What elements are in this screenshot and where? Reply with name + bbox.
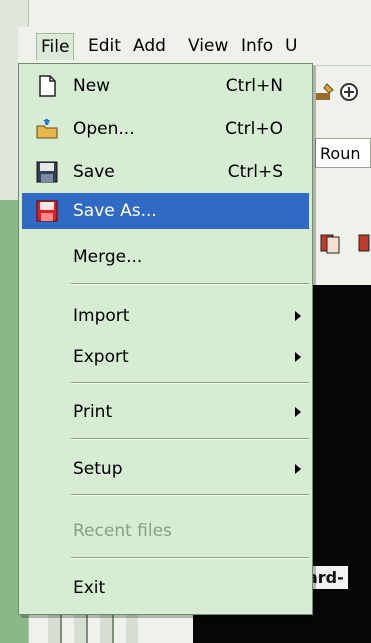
import-label: Import bbox=[73, 306, 130, 326]
new-shortcut: Ctrl+N bbox=[225, 76, 283, 96]
recent-files-label: Recent files bbox=[73, 521, 172, 541]
save-as-label: Save As... bbox=[73, 201, 157, 221]
menu-bar: File Edit Add View Info U bbox=[18, 27, 371, 66]
menu-separator bbox=[71, 438, 309, 440]
menu-item-merge[interactable]: Merge... bbox=[22, 239, 309, 275]
file-menu-dropdown: New Ctrl+N Open... Ctrl+O Save Ctrl+S Sa… bbox=[18, 63, 313, 615]
menu-item-recent-files: Recent files bbox=[22, 513, 309, 549]
menu-view[interactable]: View bbox=[184, 33, 232, 59]
save-shortcut: Ctrl+S bbox=[227, 162, 283, 182]
setup-label: Setup bbox=[73, 459, 123, 479]
menu-item-open[interactable]: Open... Ctrl+O bbox=[22, 111, 309, 147]
menu-separator bbox=[71, 283, 309, 285]
menu-item-exit[interactable]: Exit bbox=[22, 570, 309, 606]
menu-separator bbox=[71, 557, 309, 559]
submenu-arrow-icon bbox=[295, 407, 301, 417]
menu-add[interactable]: Add bbox=[129, 33, 170, 59]
print-label: Print bbox=[73, 402, 113, 422]
save-label: Save bbox=[73, 162, 115, 182]
menu-item-print[interactable]: Print bbox=[22, 394, 309, 430]
bottom-slats bbox=[48, 612, 138, 643]
open-label: Open... bbox=[73, 119, 135, 139]
save-disk-icon bbox=[35, 160, 59, 184]
save-as-disk-icon bbox=[35, 199, 59, 223]
menu-file[interactable]: File bbox=[36, 33, 75, 60]
new-file-icon bbox=[35, 74, 59, 98]
menu-item-import[interactable]: Import bbox=[22, 298, 309, 334]
submenu-arrow-icon bbox=[295, 311, 301, 321]
open-folder-icon bbox=[35, 117, 59, 141]
zoom-in-icon[interactable] bbox=[337, 80, 361, 104]
merge-label: Merge... bbox=[73, 247, 143, 267]
delete-icon[interactable] bbox=[357, 231, 371, 255]
menu-item-save[interactable]: Save Ctrl+S bbox=[22, 154, 309, 190]
exit-label: Exit bbox=[73, 578, 106, 598]
menu-item-new[interactable]: New Ctrl+N bbox=[22, 68, 309, 104]
menu-edit[interactable]: Edit bbox=[84, 33, 125, 59]
export-label: Export bbox=[73, 347, 129, 367]
menu-item-save-as[interactable]: Save As... bbox=[22, 193, 309, 229]
submenu-arrow-icon bbox=[295, 464, 301, 474]
submenu-arrow-icon bbox=[295, 352, 301, 362]
menu-info[interactable]: Info bbox=[237, 33, 277, 59]
copy-icon[interactable] bbox=[318, 231, 342, 255]
open-shortcut: Ctrl+O bbox=[225, 119, 283, 139]
menu-u[interactable]: U bbox=[281, 33, 301, 59]
paint-icon[interactable] bbox=[313, 80, 337, 104]
menu-separator bbox=[71, 382, 309, 384]
round-dropdown[interactable]: Roun bbox=[315, 138, 371, 168]
new-label: New bbox=[73, 76, 111, 96]
menu-separator bbox=[71, 494, 309, 496]
menu-item-setup[interactable]: Setup bbox=[22, 451, 309, 487]
menu-item-export[interactable]: Export bbox=[22, 339, 309, 375]
